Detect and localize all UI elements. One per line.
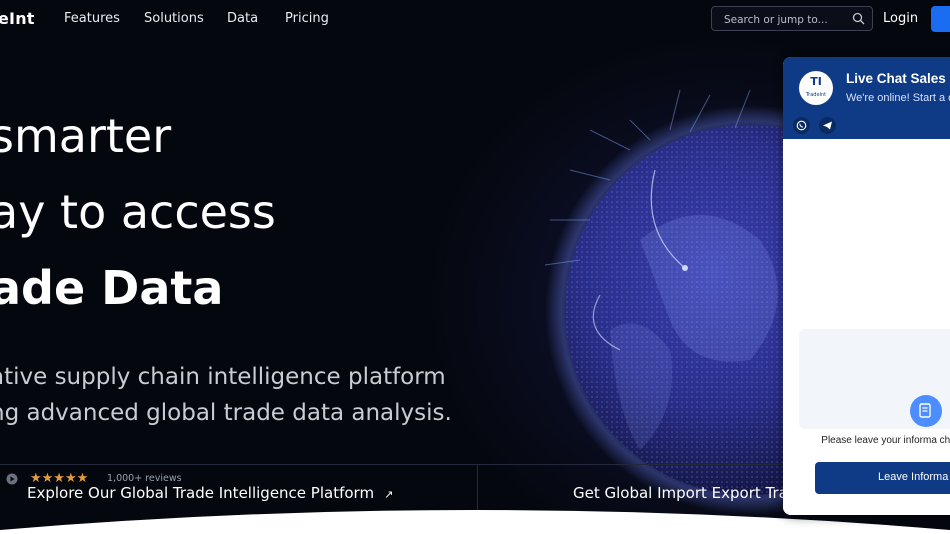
play-icon[interactable]: [6, 473, 18, 485]
avatar-initials: TI: [810, 75, 822, 88]
nav-link-solutions[interactable]: Solutions: [144, 11, 204, 26]
avatar-brand: TradeInt: [805, 92, 827, 98]
leave-info-text: Please leave your informa chatting: [821, 435, 950, 446]
chat-header: TI TradeInt Live Chat Sales We're online…: [783, 57, 950, 139]
nav-link-pricing[interactable]: Pricing: [285, 11, 329, 26]
leave-information-button[interactable]: Leave Informa: [815, 462, 950, 494]
subheadline-line-1: ative supply chain intelligence platform: [0, 364, 446, 390]
form-icon: [910, 395, 942, 427]
headline-line-2: ay to access: [0, 185, 276, 239]
nav-link-features[interactable]: Features: [64, 11, 120, 26]
login-link[interactable]: Login: [883, 11, 918, 26]
top-nav: eInt Features Solutions Data Pricing Log…: [0, 0, 950, 38]
leave-information-label: Leave Informa: [878, 471, 949, 483]
headline-line-1: smarter: [0, 109, 172, 163]
review-count: 1,000+ reviews: [107, 473, 182, 484]
logo[interactable]: eInt: [0, 9, 35, 28]
section-divider: [0, 464, 790, 465]
chat-avatar: TI TradeInt: [799, 71, 833, 105]
chat-body: [783, 139, 950, 515]
search-box[interactable]: [711, 6, 873, 31]
get-started-button[interactable]: [931, 6, 950, 32]
subheadline-line-2: ng advanced global trade data analysis.: [0, 400, 452, 426]
search-icon[interactable]: [852, 12, 865, 25]
whatsapp-icon[interactable]: [793, 117, 810, 134]
live-chat-widget: TI TradeInt Live Chat Sales We're online…: [783, 57, 950, 515]
nav-link-data[interactable]: Data: [227, 11, 258, 26]
telegram-icon[interactable]: [819, 117, 836, 134]
chat-status: We're online! Start a c: [846, 92, 950, 104]
search-input[interactable]: [722, 11, 846, 29]
headline-line-3: ade Data: [0, 261, 224, 315]
chat-title: Live Chat Sales: [846, 71, 946, 86]
